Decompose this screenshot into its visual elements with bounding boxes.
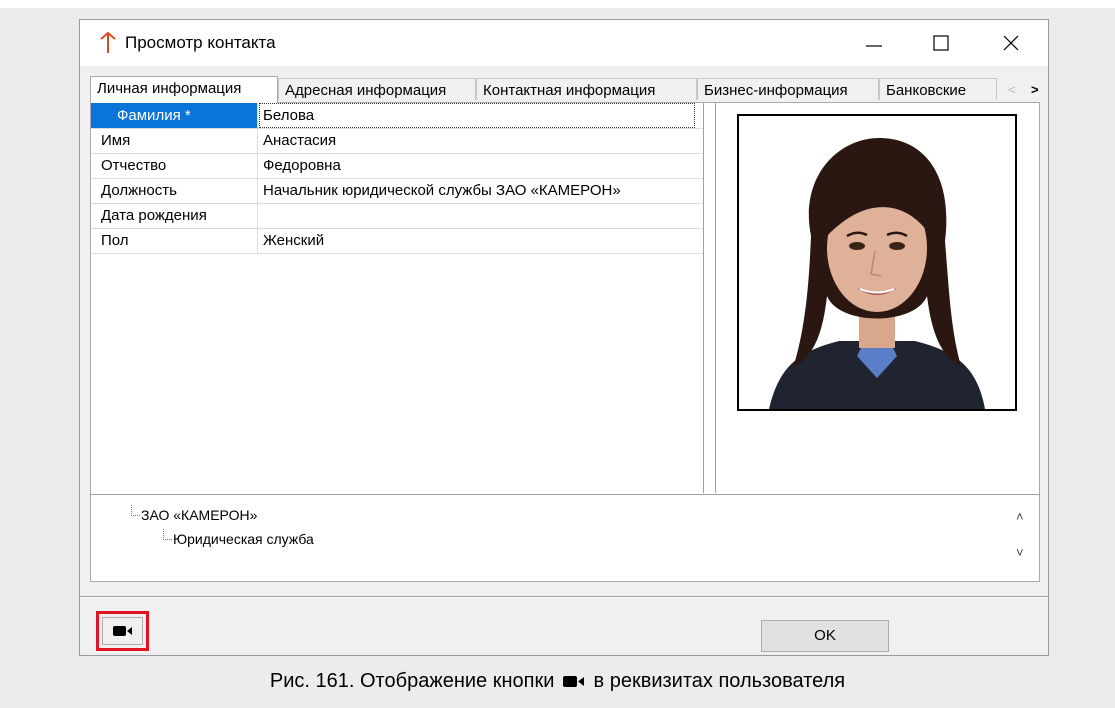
maximize-icon bbox=[933, 35, 949, 51]
field-name: Дата рождения bbox=[91, 203, 258, 228]
field-name: Фамилия * bbox=[91, 103, 258, 128]
tab-label: Банковские bbox=[886, 82, 967, 99]
tab-label: Бизнес-информация bbox=[704, 82, 848, 99]
field-row-surname[interactable]: Фамилия * Белова bbox=[91, 103, 703, 129]
video-camera-icon bbox=[562, 676, 584, 688]
video-camera-icon bbox=[112, 626, 132, 636]
tab-business-info[interactable]: Бизнес-информация bbox=[697, 78, 879, 100]
tab-strip: Личная информация Адресная информация Ко… bbox=[80, 66, 1048, 103]
field-value[interactable]: Начальник юридической службы ЗАО «КАМЕРО… bbox=[259, 178, 695, 203]
contact-view-window: Просмотр контакта Личная информация Адре… bbox=[79, 19, 1049, 656]
field-row-first-name[interactable]: Имя Анастасия bbox=[91, 128, 703, 154]
bottom-separator-highlight bbox=[80, 597, 1048, 598]
field-value[interactable]: Женский bbox=[259, 228, 695, 253]
field-value[interactable]: Анастасия bbox=[259, 128, 695, 153]
tab-address-info[interactable]: Адресная информация bbox=[278, 78, 476, 100]
tab-contact-info[interactable]: Контактная информация bbox=[476, 78, 697, 100]
photo-area bbox=[715, 103, 1040, 493]
field-name: Отчество bbox=[91, 153, 258, 178]
close-icon bbox=[1003, 35, 1019, 51]
field-name: Имя bbox=[91, 128, 258, 153]
field-value[interactable]: Белова bbox=[259, 103, 695, 128]
field-row-gender[interactable]: Пол Женский bbox=[91, 228, 703, 254]
minimize-icon bbox=[866, 45, 882, 47]
window-title: Просмотр контакта bbox=[125, 33, 276, 52]
contact-photo[interactable] bbox=[737, 114, 1017, 411]
video-call-button[interactable] bbox=[102, 617, 143, 645]
org-tree: ЗАО «КАМЕРОН» Юридическая служба ˄ ˅ bbox=[91, 494, 1039, 575]
ok-button[interactable]: OK bbox=[761, 620, 889, 652]
field-row-birth-date[interactable]: Дата рождения bbox=[91, 203, 703, 229]
window-client-area: Личная информация Адресная информация Ко… bbox=[80, 66, 1048, 655]
chevron-right-icon[interactable]: > bbox=[1031, 82, 1039, 97]
title-bar: Просмотр контакта bbox=[80, 20, 1048, 66]
portrait-image bbox=[739, 116, 1015, 409]
tree-connector bbox=[163, 529, 172, 540]
caption-text-after: в реквизитах пользователя bbox=[593, 670, 846, 692]
field-name: Должность bbox=[91, 178, 258, 203]
close-button[interactable] bbox=[988, 28, 1034, 58]
tab-label: Личная информация bbox=[97, 80, 242, 97]
tab-personal-info[interactable]: Личная информация bbox=[90, 76, 278, 103]
field-name: Пол bbox=[91, 228, 258, 253]
scroll-up-icon[interactable]: ˄ bbox=[1016, 509, 1024, 524]
caption-text-before: Рис. 161. Отображение кнопки bbox=[269, 670, 555, 692]
personal-info-panel: Фамилия * Белова Имя Анастасия Отчество … bbox=[90, 102, 1040, 582]
tab-label: Адресная информация bbox=[285, 82, 447, 99]
scroll-down-icon[interactable]: ˅ bbox=[1016, 545, 1024, 560]
figure-caption: Рис. 161. Отображение кнопки в реквизита… bbox=[0, 670, 1115, 693]
fields-grid: Фамилия * Белова Имя Анастасия Отчество … bbox=[91, 103, 704, 493]
tab-bank-info[interactable]: Банковские bbox=[879, 78, 997, 100]
field-row-position[interactable]: Должность Начальник юридической службы З… bbox=[91, 178, 703, 204]
tree-connector bbox=[131, 505, 140, 516]
minimize-button[interactable] bbox=[851, 28, 897, 58]
top-strip bbox=[0, 0, 1115, 8]
maximize-button[interactable] bbox=[918, 28, 964, 58]
field-value[interactable] bbox=[259, 203, 695, 228]
chevron-left-icon[interactable]: < bbox=[1008, 82, 1016, 97]
tree-item-department[interactable]: Юридическая служба bbox=[173, 531, 314, 547]
field-value[interactable]: Федоровна bbox=[259, 153, 695, 178]
app-logo-icon bbox=[100, 32, 116, 53]
tree-item-company[interactable]: ЗАО «КАМЕРОН» bbox=[141, 507, 257, 523]
field-row-patronymic[interactable]: Отчество Федоровна bbox=[91, 153, 703, 179]
tab-label: Контактная информация bbox=[483, 82, 656, 99]
